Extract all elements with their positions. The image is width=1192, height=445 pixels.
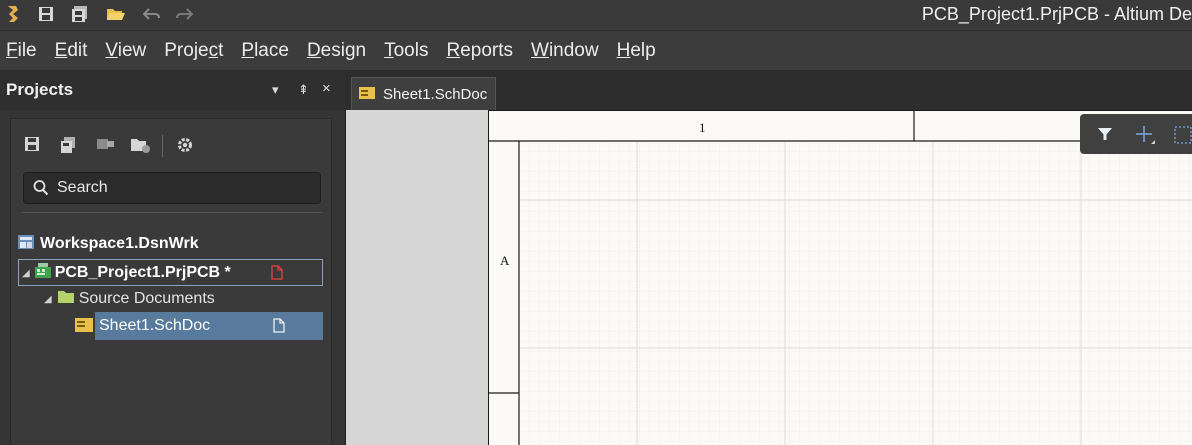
project-label: PCB_Project1.PrjPCB * [54,264,231,281]
app-logo-icon[interactable] [4,4,22,24]
gear-icon[interactable] [177,137,195,155]
save-project-icon[interactable] [61,137,79,155]
column-label: 1 [699,120,706,135]
menu-reports[interactable]: Reports [446,40,513,62]
collapse-arrow-icon[interactable]: ◢ [22,268,30,279]
projects-panel: Projects ▾ ⇞ × Search Workspace1.DsnWrk … [0,70,346,445]
row-label: A [500,253,510,268]
menu-tools[interactable]: Tools [384,40,428,62]
pcb-project-icon [34,262,52,284]
save-icon[interactable] [36,4,56,24]
tree-item-source-documents[interactable]: ◢ Source Documents [44,286,215,312]
workspace-label: Workspace1.DsnWrk [40,235,199,252]
menu-view[interactable]: View [105,40,146,62]
projects-panel-header: Projects ▾ ⇞ × [0,70,346,110]
document-icon [273,318,285,338]
undo-icon[interactable] [142,4,162,24]
menu-file[interactable]: File [6,40,37,62]
filter-icon[interactable] [1098,127,1112,146]
select-rectangle-icon[interactable] [1174,126,1192,149]
folder-icon [57,290,74,309]
search-icon [33,179,49,202]
active-bar [1080,114,1192,154]
panel-title: Projects [6,80,74,99]
workspace-icon [18,234,36,255]
collapse-arrow-icon[interactable]: ◢ [44,294,52,305]
menu-window[interactable]: Window [531,40,599,62]
sheet-grid [489,111,1192,445]
document-workspace[interactable]: 1 A [346,110,1192,445]
close-icon[interactable]: × [322,80,331,97]
menu-design[interactable]: Design [307,40,366,62]
divider [21,212,323,213]
tab-sheet1-schdoc[interactable]: Sheet1.SchDoc [351,77,496,110]
folder-label: Source Documents [78,290,215,307]
modified-document-icon [271,265,283,285]
menu-help[interactable]: Help [617,40,656,62]
tree-item-workspace[interactable]: Workspace1.DsnWrk [18,231,199,257]
schematic-sheet[interactable]: 1 A [488,110,1192,445]
project-options-icon[interactable] [131,137,150,155]
save-icon[interactable] [25,137,43,155]
schematic-doc-icon [359,86,375,103]
document-tab-strip: Sheet1.SchDoc [346,70,1192,110]
toolbar-divider [162,135,163,157]
redo-icon[interactable] [174,4,194,24]
menu-edit[interactable]: Edit [55,40,88,62]
menu-project[interactable]: Project [164,40,223,62]
title-bar: PCB_Project1.PrjPCB - Altium De [0,0,1192,31]
tree-item-document[interactable]: Sheet1.SchDoc [95,312,323,340]
schematic-doc-icon [75,318,93,337]
search-input[interactable]: Search [23,172,321,204]
compile-icon[interactable] [97,137,115,155]
document-label: Sheet1.SchDoc [99,317,211,334]
save-all-icon[interactable] [70,4,90,24]
open-folder-icon[interactable] [106,4,126,24]
window-title: PCB_Project1.PrjPCB - Altium De [921,4,1192,24]
panel-menu-icon[interactable]: ▾ [272,82,279,98]
tab-label: Sheet1.SchDoc [383,85,488,103]
pin-icon[interactable]: ⇞ [298,82,309,98]
crosshair-plus-icon[interactable] [1134,124,1156,151]
tree-item-project[interactable]: ◢ PCB_Project1.PrjPCB * [18,259,323,286]
search-placeholder: Search [57,179,108,196]
menu-bar: File Edit View Project Place Design Tool… [0,31,1192,70]
menu-place[interactable]: Place [241,40,289,62]
